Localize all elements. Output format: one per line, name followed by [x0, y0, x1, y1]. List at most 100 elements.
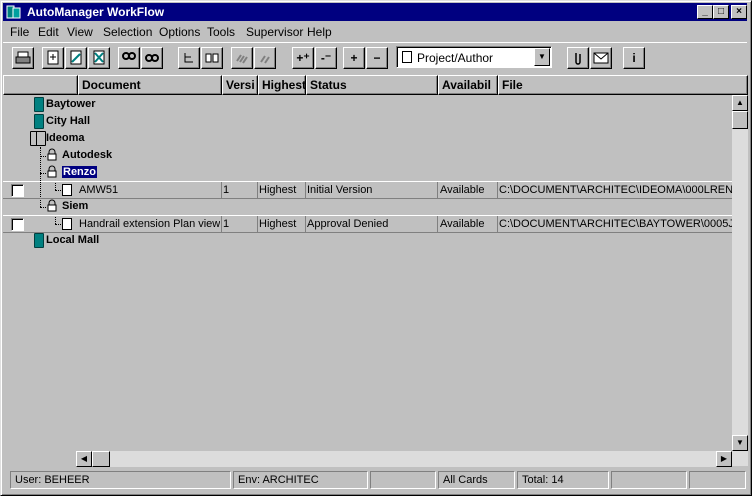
menu-tools[interactable]: Tools [207, 25, 235, 39]
document-tree[interactable]: Baytower City Hall Ideoma Autodesk Renzo… [3, 95, 732, 450]
toolbar: +⁺ -⁻ + − i [3, 42, 747, 74]
close-button[interactable]: × [731, 5, 747, 19]
cell-file: C:\DOCUMENT\ARCHITEC\BAYTOWER\0005JERR [499, 218, 732, 230]
cell-highest: Highest [259, 184, 297, 196]
scroll-right-icon[interactable]: ▶ [716, 451, 732, 467]
status-cards: All Cards [438, 471, 515, 489]
open-book-icon [36, 131, 46, 146]
cascade-icon[interactable] [231, 47, 253, 69]
menu-edit[interactable]: Edit [38, 25, 59, 39]
header-file[interactable]: File [498, 75, 748, 95]
hscroll-thumb[interactable] [92, 451, 110, 467]
project-label: Local Mall [46, 234, 100, 246]
author-label: Autodesk [62, 149, 113, 161]
tree-node-author[interactable]: Siem [3, 198, 732, 215]
document-row[interactable]: Handrail extension Plan view 1 Highest A… [3, 215, 732, 233]
project-label: Baytower [46, 98, 96, 110]
scroll-down-icon[interactable]: ▼ [732, 435, 748, 451]
menu-supervisor[interactable]: Supervisor [246, 25, 303, 39]
find-icon[interactable] [118, 47, 140, 69]
menu-selection[interactable]: Selection [103, 25, 152, 39]
app-icon [6, 5, 21, 19]
header-status[interactable]: Status [306, 75, 438, 95]
tree-node-project[interactable]: Local Mall [3, 232, 732, 249]
status-empty [370, 471, 436, 489]
cell-file: C:\DOCUMENT\ARCHITEC\IDEOMA\000LRENZ.DC [499, 184, 732, 196]
document-icon [62, 218, 72, 230]
row-checkbox[interactable] [11, 184, 24, 197]
project-book-icon [34, 233, 44, 248]
header-version[interactable]: Versi [222, 75, 258, 95]
header-spacer [3, 75, 78, 95]
minimize-button[interactable]: _ [697, 5, 713, 19]
zoom-out-button[interactable]: -⁻ [315, 47, 337, 69]
project-book-icon [34, 114, 44, 129]
tree-node-author[interactable]: Autodesk [3, 147, 732, 164]
author-label: Siem [62, 200, 89, 212]
cell-version: 1 [223, 218, 230, 230]
zoom-in-button[interactable]: +⁺ [292, 47, 314, 69]
mail-icon[interactable] [590, 47, 612, 69]
cell-document: Handrail extension Plan view [79, 218, 220, 230]
print-icon[interactable] [12, 47, 34, 69]
status-total: Total: 14 [517, 471, 609, 489]
cell-availability: Available [440, 218, 485, 230]
view-mode-icon [402, 51, 412, 63]
scroll-up-icon[interactable]: ▲ [732, 95, 748, 111]
author-lock-icon [47, 199, 57, 212]
status-env: Env: ARCHITEC [233, 471, 368, 489]
project-book-icon [34, 97, 44, 112]
project-label: Ideoma [46, 132, 85, 144]
tree-node-author[interactable]: Renzo [3, 164, 732, 181]
status-empty [611, 471, 687, 489]
header-highest[interactable]: Highest [258, 75, 306, 95]
author-label-selected: Renzo [62, 166, 97, 178]
view-mode-value: Project/Author [417, 51, 494, 65]
status-user: User: BEHEER [10, 471, 231, 489]
tile-icon[interactable] [254, 47, 276, 69]
title-bar[interactable]: AutoManager WorkFlow _ □ × [3, 3, 747, 21]
book-icon[interactable] [201, 47, 223, 69]
menu-file[interactable]: File [10, 25, 29, 39]
maximize-button[interactable]: □ [713, 5, 729, 19]
tree-view-icon[interactable] [178, 47, 200, 69]
column-header: Document Versi Highest Status Availabil … [3, 75, 748, 95]
scroll-left-icon[interactable]: ◀ [76, 451, 92, 467]
horizontal-scrollbar[interactable]: ◀ ▶ [76, 451, 732, 467]
tree-node-project[interactable]: Ideoma [3, 130, 732, 147]
menu-view[interactable]: View [67, 25, 93, 39]
expand-button[interactable]: + [343, 47, 365, 69]
view-mode-select[interactable]: Project/Author ▼ [396, 46, 552, 68]
window-title: AutoManager WorkFlow [27, 5, 165, 19]
author-lock-icon [47, 148, 57, 161]
header-document[interactable]: Document [78, 75, 222, 95]
header-availability[interactable]: Availabil [438, 75, 498, 95]
cell-status: Initial Version [307, 184, 373, 196]
cell-document: AMW51 [79, 184, 119, 196]
cell-availability: Available [440, 184, 485, 196]
tree-node-project[interactable]: City Hall [3, 113, 732, 130]
document-icon [62, 184, 72, 196]
scroll-thumb[interactable] [732, 111, 748, 129]
status-bar: User: BEHEER Env: ARCHITEC All Cards Tot… [3, 469, 748, 491]
tree-node-project[interactable]: Baytower [3, 96, 732, 113]
cell-highest: Highest [259, 218, 297, 230]
status-empty [689, 471, 746, 489]
collapse-button[interactable]: − [366, 47, 388, 69]
delete-document-icon[interactable] [88, 47, 110, 69]
project-label: City Hall [46, 115, 91, 127]
row-checkbox[interactable] [11, 218, 24, 231]
cell-version: 1 [223, 184, 230, 196]
chevron-down-icon[interactable]: ▼ [534, 48, 550, 66]
attachment-icon[interactable] [567, 47, 589, 69]
info-button[interactable]: i [623, 47, 645, 69]
author-lock-icon [47, 165, 57, 178]
edit-document-icon[interactable] [65, 47, 87, 69]
menu-bar: File Edit View Selection Options Tools S… [3, 22, 747, 41]
document-row[interactable]: AMW51 1 Highest Initial Version Availabl… [3, 181, 732, 199]
menu-options[interactable]: Options [159, 25, 200, 39]
menu-help[interactable]: Help [307, 25, 332, 39]
vertical-scrollbar[interactable]: ▲ ▼ [732, 95, 748, 466]
new-document-icon[interactable] [42, 47, 64, 69]
find-next-icon[interactable] [141, 47, 163, 69]
